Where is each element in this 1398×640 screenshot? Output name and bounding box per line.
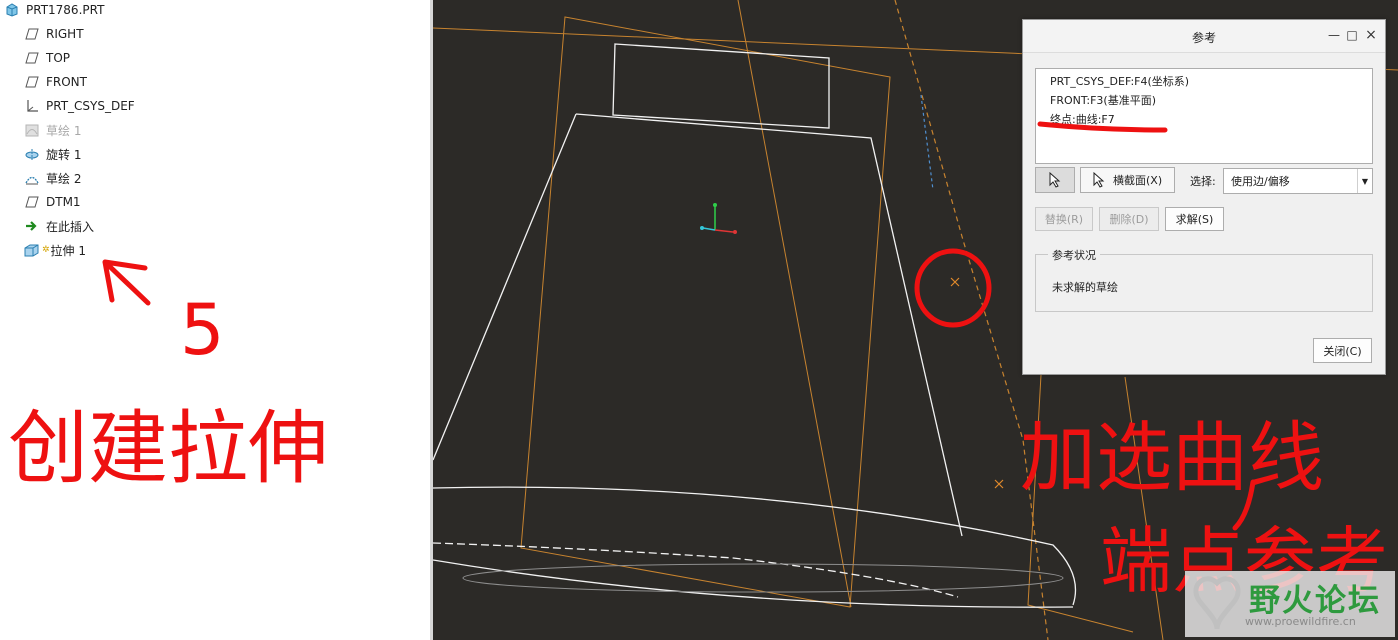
annotation-arrow xyxy=(102,259,151,306)
forum-watermark: 野火论坛 www.proewildfire.cn xyxy=(1185,571,1395,637)
annotation-left-note: 创建拉伸 xyxy=(8,402,328,495)
watermark-brand: 野火论坛 xyxy=(1249,583,1381,619)
handwritten-annotations: 5 创建拉伸 加选曲线 端点参考 xyxy=(8,121,1388,603)
watermark-url: www.proewildfire.cn xyxy=(1245,615,1356,628)
annotation-circle xyxy=(914,248,992,328)
annotation-right-note-line1: 加选曲线 xyxy=(1020,413,1324,502)
watermark-logo-icon xyxy=(1193,576,1241,630)
annotation-underline xyxy=(1037,121,1168,133)
annotation-step-number: 5 xyxy=(180,289,225,371)
